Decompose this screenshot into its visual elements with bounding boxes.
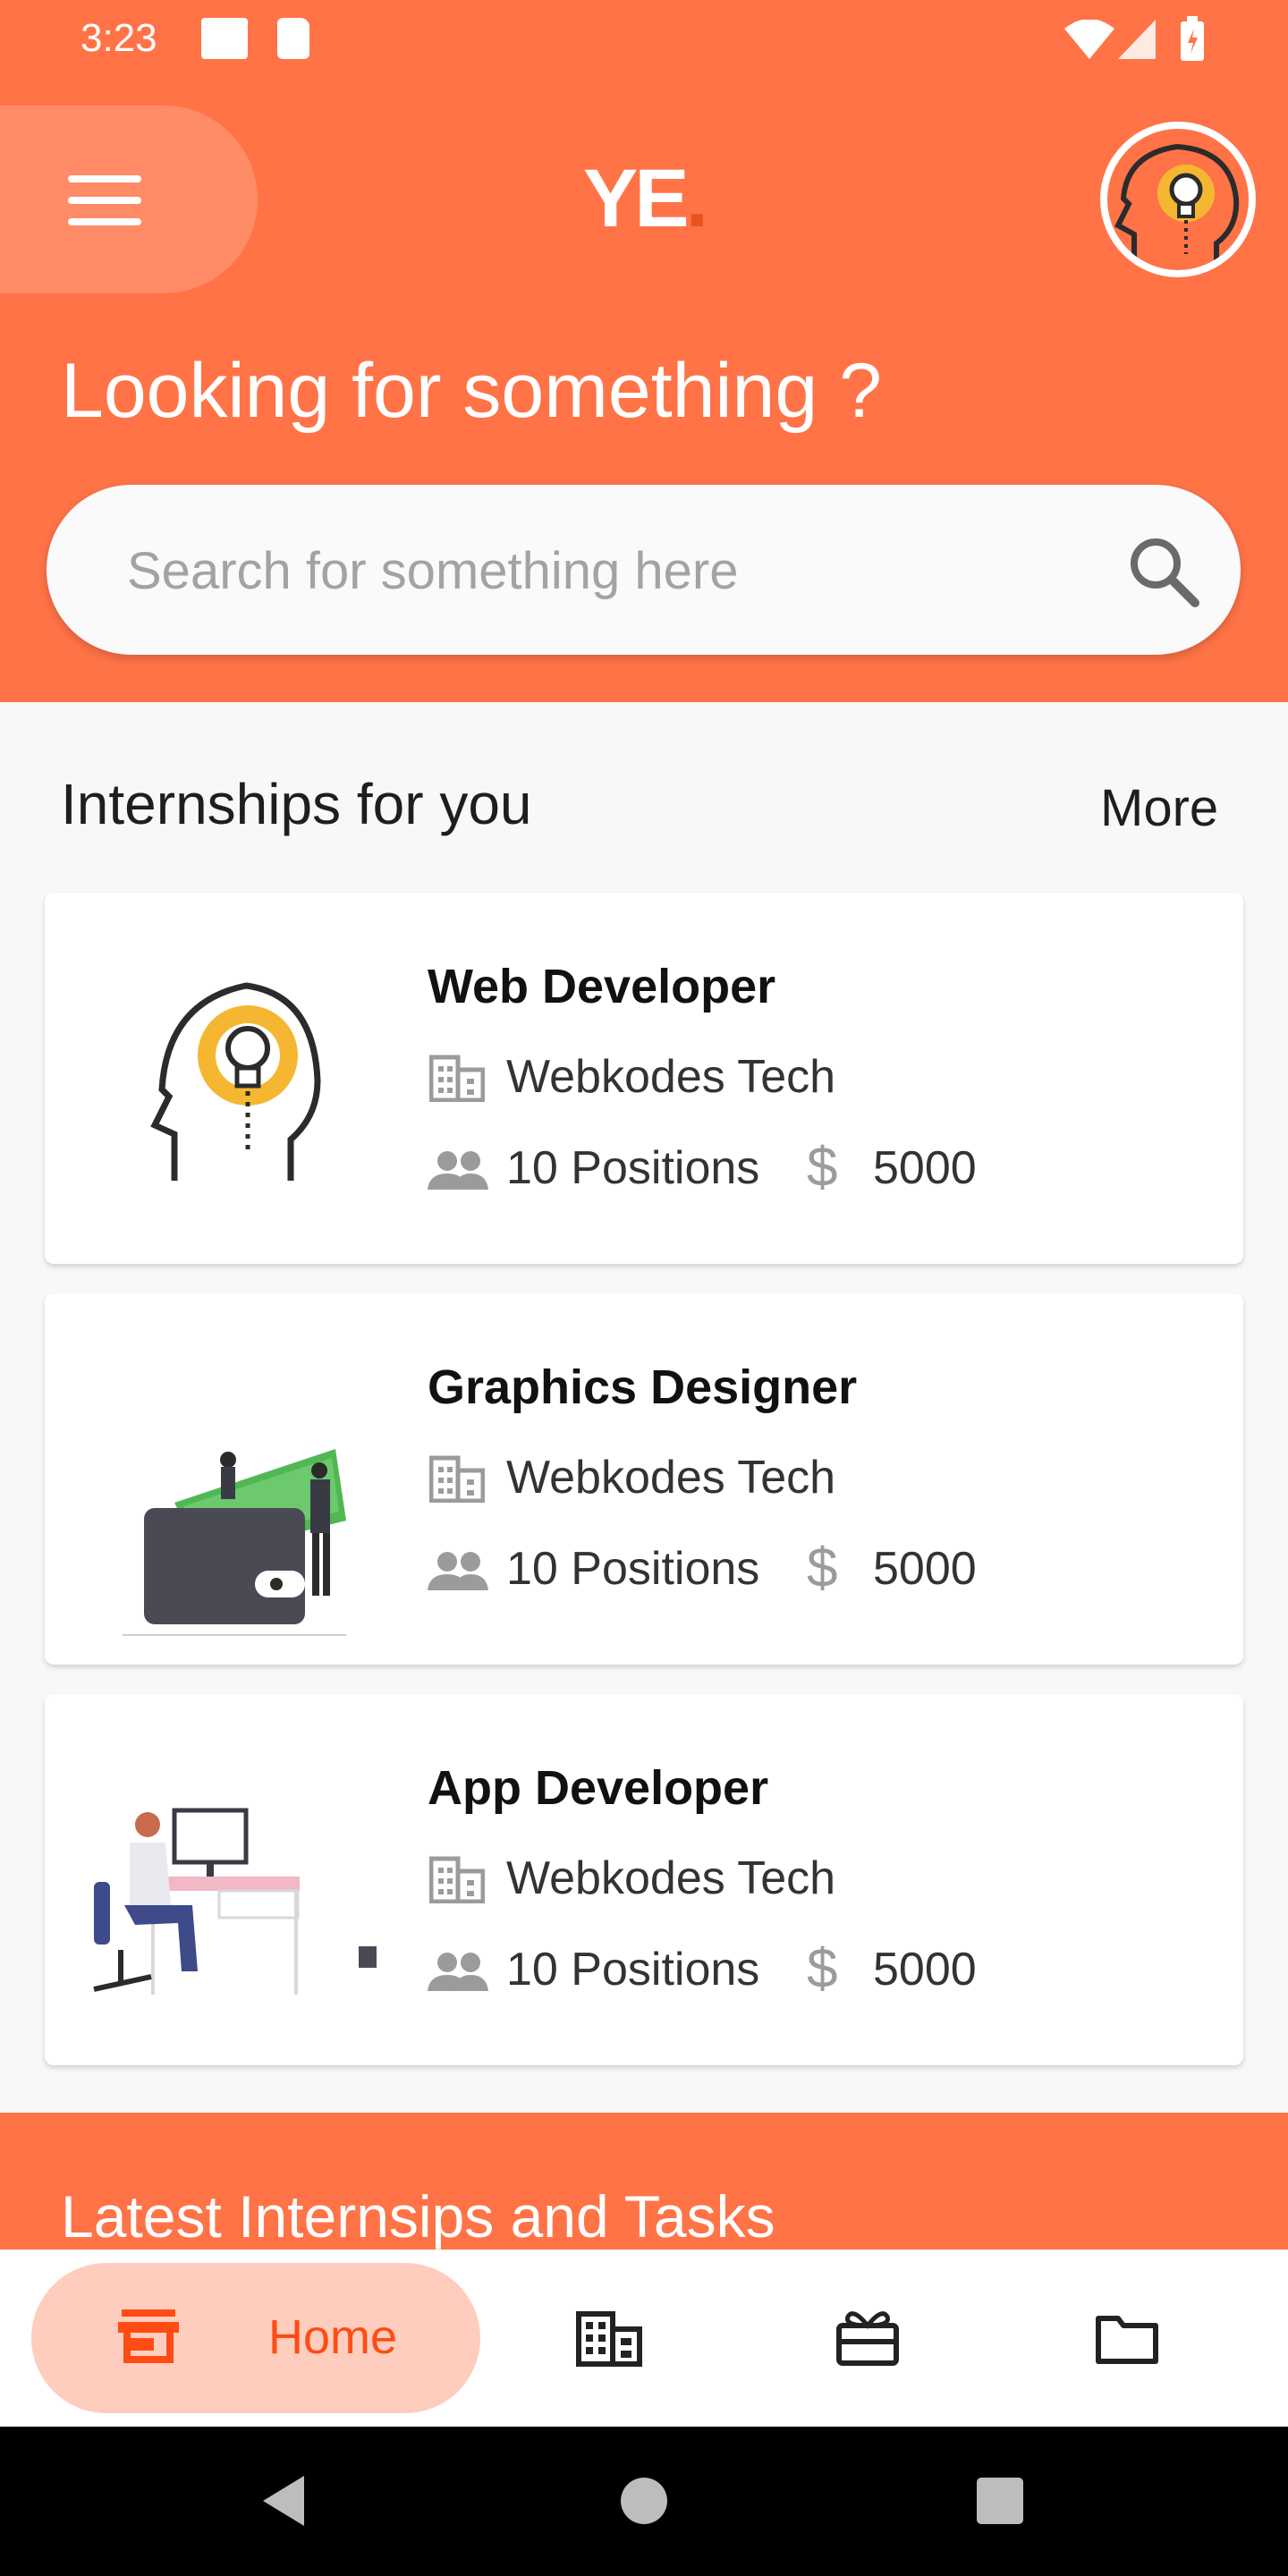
section-title: Internships for you [61,772,532,836]
search-icon[interactable] [1125,533,1202,610]
card-title: Web Developer [428,960,776,1013]
card-salary: 5000 [873,1543,977,1595]
signal-icon [1118,20,1156,59]
card-positions: 10 Positions [506,1142,760,1194]
dollar-icon: $ [807,1137,838,1199]
more-link[interactable]: More [1100,778,1218,838]
card-positions: 10 Positions [506,1543,760,1595]
card-title: Graphics Designer [428,1360,858,1414]
nav-home[interactable] [31,2263,480,2413]
card-positions: 10 Positions [506,1944,760,1996]
dollar-icon: $ [807,1938,838,2000]
card-company: Webkodes Tech [506,1051,836,1103]
card-title: App Developer [428,1761,769,1815]
building-icon [429,1055,485,1102]
head-lightbulb-icon [1114,143,1240,270]
people-icon [428,1151,488,1190]
sd-card-icon [277,18,309,59]
back-icon[interactable] [259,2474,308,2528]
status-time: 3:23 [80,16,157,60]
app-logo: YE. [582,153,708,244]
card-company: Webkodes Tech [506,1452,836,1504]
dollar-icon: $ [807,1538,838,1599]
building-icon [429,1455,485,1503]
building-icon[interactable] [576,2311,642,2367]
folder-icon[interactable] [1095,2313,1159,2365]
card-salary: 5000 [873,1944,977,1996]
wallet-money-illustration [123,1449,346,1636]
battery-icon [1181,16,1204,61]
recents-icon[interactable] [977,2478,1023,2524]
nav-home-label: Home [268,2310,398,2364]
people-icon [428,1552,488,1590]
card-salary: 5000 [873,1142,977,1194]
home-circle-icon[interactable] [621,2478,667,2524]
latest-title: Latest Internsips and Tasks [61,2183,775,2250]
gift-icon[interactable] [835,2308,900,2367]
search-input[interactable] [125,538,1095,603]
building-icon [429,1856,485,1903]
page-headline: Looking for something ? [61,348,882,434]
notification-icon [201,18,248,59]
card-company: Webkodes Tech [506,1852,836,1904]
person-desk-illustration [93,1808,377,1995]
hamburger-icon[interactable] [68,175,141,225]
wifi-icon [1064,20,1114,59]
head-lightbulb-illustration [150,982,321,1181]
people-icon [428,1953,488,1991]
avatar-image [1107,129,1249,270]
store-icon [118,2309,179,2363]
